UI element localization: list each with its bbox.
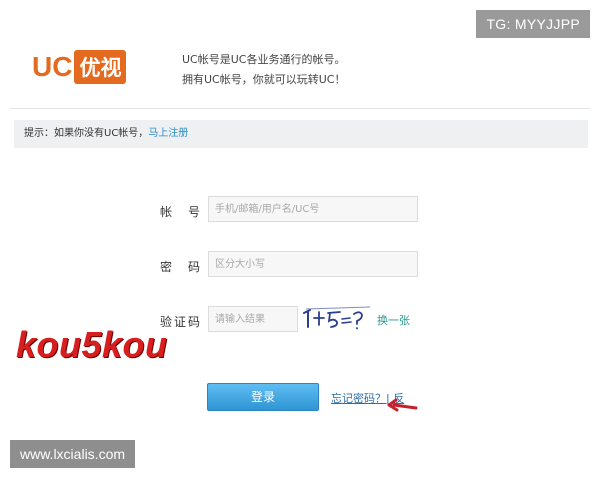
login-button[interactable]: 登录 — [207, 383, 319, 411]
header-desc-line2: 拥有UC帐号，你就可以玩转UC！ — [182, 73, 346, 86]
account-label: 帐 号 — [160, 205, 200, 219]
password-label: 密 码 — [160, 260, 200, 274]
register-tip-bar: 提示：如果你没有UC帐号，马上注册 — [14, 120, 588, 148]
watermark-text: kou5kou — [16, 324, 168, 365]
captcha-image[interactable] — [302, 301, 372, 333]
header-desc-line1: UC帐号是UC各业务通行的帐号。 — [182, 53, 346, 66]
refresh-captcha-link[interactable]: 换一张 — [377, 312, 410, 328]
tip-text: 提示：如果你没有UC帐号， — [24, 128, 149, 139]
tg-overlay-tag: TG: MYYJJPP — [476, 10, 590, 38]
header-divider — [10, 108, 590, 109]
password-input[interactable]: 区分大小写 — [208, 251, 418, 277]
header-description: UC帐号是UC各业务通行的帐号。 拥有UC帐号，你就可以玩转UC！ — [182, 50, 345, 90]
arrow-icon — [387, 398, 418, 412]
logo-uc-text: UC — [32, 51, 73, 82]
account-input[interactable]: 手机/邮箱/用户名/UC号 — [208, 196, 418, 222]
register-link[interactable]: 马上注册 — [148, 128, 188, 139]
uc-logo[interactable]: UC 优视 — [32, 50, 127, 84]
captcha-input[interactable]: 请输入结果 — [208, 306, 298, 332]
logo-youshi-text: 优视 — [74, 50, 127, 84]
site-overlay-tag: www.lxcialis.com — [10, 440, 136, 468]
